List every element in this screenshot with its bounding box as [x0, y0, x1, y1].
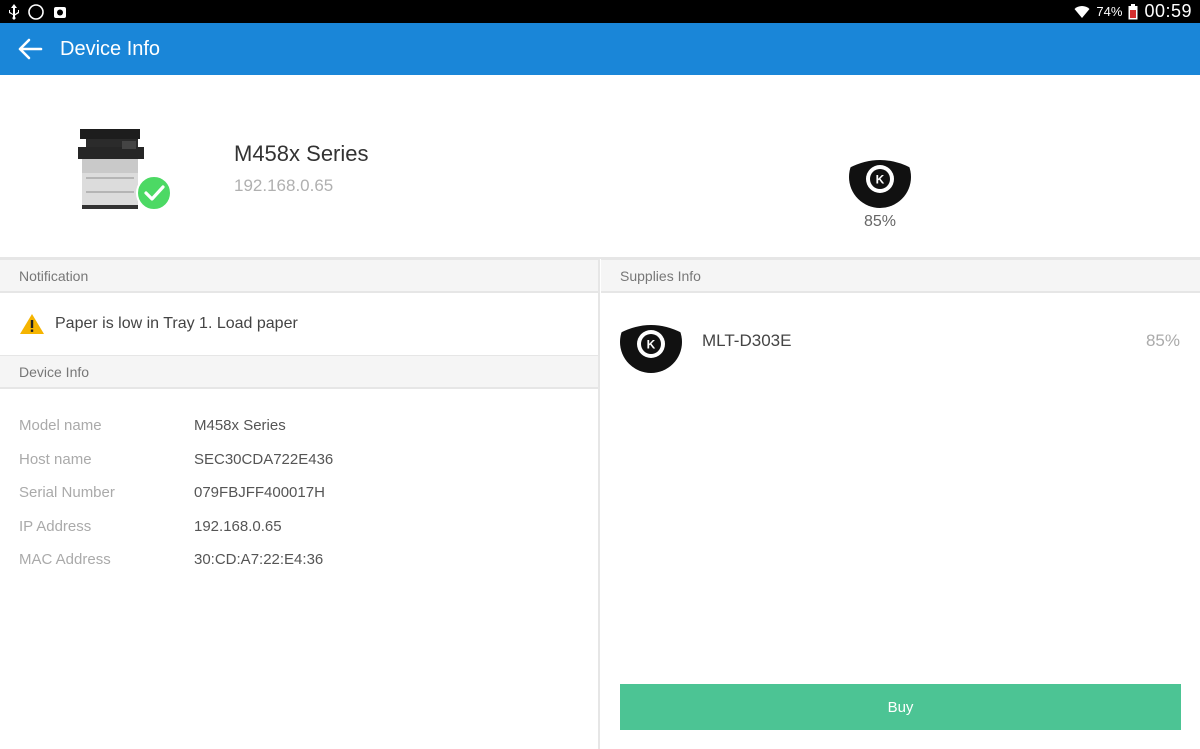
device-name: M458x Series — [234, 141, 369, 166]
info-row-host: Host name SEC30CDA722E436 — [0, 443, 598, 477]
right-panel: Supplies Info K MLT-D303E 85% Buy — [601, 259, 1200, 749]
info-value: 192.168.0.65 — [194, 517, 282, 535]
info-value: 30:CD:A7:22:E4:36 — [194, 551, 324, 569]
wifi-icon — [1074, 5, 1090, 18]
status-clock: 00:59 — [1144, 1, 1192, 21]
toner-level: 85% — [863, 213, 897, 230]
printer-image — [78, 129, 172, 211]
info-label: Model name — [19, 417, 102, 435]
toner-black-icon: K — [849, 146, 911, 208]
supply-level: 85% — [1145, 331, 1180, 350]
supply-item[interactable]: K MLT-D303E 85% — [601, 293, 1200, 393]
back-arrow-icon — [18, 38, 43, 60]
battery-icon — [1128, 3, 1138, 19]
info-value: SEC30CDA722E436 — [194, 450, 334, 468]
app-bar: Device Info — [0, 23, 1200, 75]
toner-letter: K — [647, 338, 656, 352]
info-label: IP Address — [19, 517, 92, 535]
left-panel: Notification Paper is low in Tray 1. Loa… — [0, 259, 600, 749]
supply-name: MLT-D303E — [702, 331, 792, 350]
device-info-header: Device Info — [0, 355, 598, 389]
info-row-ip: IP Address 192.168.0.65 — [0, 510, 598, 544]
notification-message: Paper is low in Tray 1. Load paper — [55, 315, 298, 332]
toner-letter: K — [876, 173, 885, 187]
info-label: MAC Address — [19, 551, 111, 569]
device-info-list: Model name M458x Series Host name SEC30C… — [0, 389, 598, 577]
supplies-info-header: Supplies Info — [601, 259, 1200, 293]
info-label: Serial Number — [19, 484, 115, 502]
device-summary: M458x Series 192.168.0.65 K 85% — [0, 75, 1200, 259]
battery-percentage: 74% — [1096, 4, 1123, 19]
info-row-mac: MAC Address 30:CD:A7:22:E4:36 — [0, 543, 598, 577]
info-label: Host name — [19, 450, 92, 468]
status-left-icons — [8, 3, 68, 20]
page-title: Device Info — [60, 37, 161, 60]
info-row-serial: Serial Number 079FBJFF400017H — [0, 476, 598, 510]
usb-icon — [9, 3, 19, 20]
navigation-icon — [28, 3, 44, 20]
info-value: M458x Series — [194, 417, 286, 435]
status-right-icons: 74% 00:59 — [1074, 1, 1192, 22]
toner-black-icon: K — [620, 311, 682, 373]
buy-button[interactable]: Buy — [620, 684, 1181, 730]
back-button[interactable] — [0, 23, 60, 75]
notification-item[interactable]: Paper is low in Tray 1. Load paper — [0, 293, 598, 355]
info-row-model: Model name M458x Series — [0, 409, 598, 443]
status-bar: 74% 00:59 — [0, 0, 1200, 23]
info-value: 079FBJFF400017H — [194, 484, 325, 502]
warning-icon — [20, 314, 44, 334]
device-ip: 192.168.0.65 — [234, 176, 334, 195]
notification-header: Notification — [0, 259, 598, 293]
notification-app-icon — [54, 6, 66, 18]
